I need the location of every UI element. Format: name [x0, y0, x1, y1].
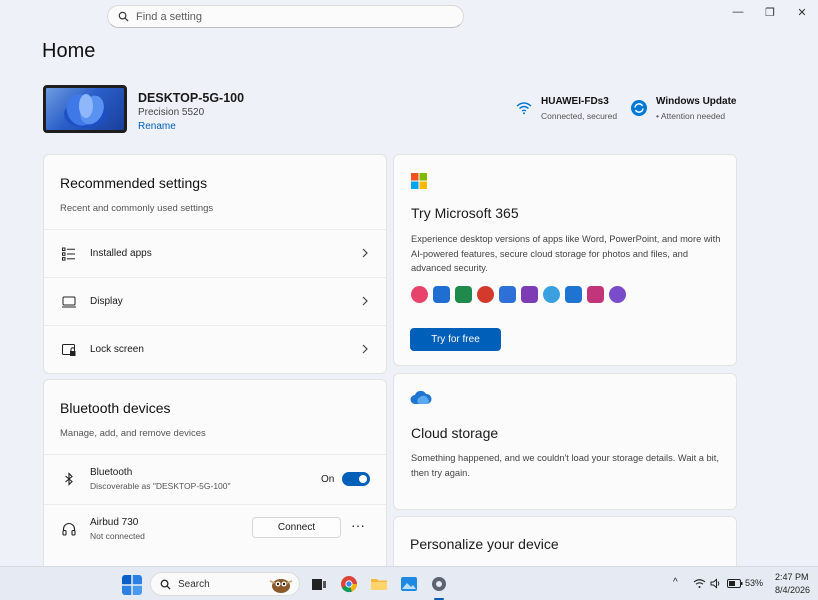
m365-app-icon: [433, 286, 450, 303]
maximize-icon: ❐: [765, 6, 775, 19]
close-button[interactable]: ✕: [788, 4, 816, 20]
chrome-icon[interactable]: [339, 574, 359, 594]
wifi-status[interactable]: HUAWEI-FDs3 Connected, secured: [515, 96, 617, 121]
search-icon: [160, 579, 171, 590]
bluetooth-title: Bluetooth devices: [60, 400, 171, 416]
m365-app-icon: [411, 286, 428, 303]
clock-time[interactable]: 2:47 PM: [775, 572, 809, 582]
m365-app-icon: [455, 286, 472, 303]
bluetooth-discoverable-text: Discoverable as "DESKTOP-5G-100": [90, 480, 231, 491]
m365-app-icon: [499, 286, 516, 303]
display-item[interactable]: Display: [44, 277, 386, 325]
taskbar-search-label: Search: [178, 578, 210, 590]
cloud-storage-card: Cloud storage Something happened, and we…: [393, 373, 737, 510]
microsoft-365-card: Try Microsoft 365 Experience desktop ver…: [393, 154, 737, 366]
volume-icon[interactable]: [710, 578, 722, 589]
m365-app-icons: [411, 286, 626, 303]
minimize-button[interactable]: —: [724, 4, 752, 20]
chevron-right-icon: [362, 296, 368, 306]
battery-percent: 53%: [745, 578, 764, 588]
search-input[interactable]: Find a setting: [107, 5, 464, 28]
m365-app-icon: [543, 286, 560, 303]
start-button[interactable]: [122, 575, 142, 595]
m365-description: Experience desktop versions of apps like…: [411, 234, 721, 273]
display-label: Display: [90, 296, 123, 307]
recommended-settings-card: Recommended settings Recent and commonly…: [43, 154, 387, 374]
recommended-subtitle: Recent and commonly used settings: [60, 203, 214, 214]
connect-button[interactable]: Connect: [252, 517, 341, 538]
tray-wifi-icon[interactable]: [693, 578, 706, 589]
device-model: Precision 5520: [138, 107, 205, 118]
windows-update-icon: [631, 100, 647, 116]
bluetooth-toggle-row[interactable]: Bluetooth Discoverable as "DESKTOP-5G-10…: [44, 454, 386, 502]
taskbar-search[interactable]: Search: [150, 572, 300, 596]
m365-app-icon: [477, 286, 494, 303]
personalize-card: Personalize your device: [393, 516, 737, 566]
airbud-status: Not connected: [90, 530, 145, 541]
chevron-right-icon: [362, 344, 368, 354]
cloud-storage-title: Cloud storage: [411, 425, 499, 441]
m365-app-icon: [521, 286, 538, 303]
bluetooth-icon: [65, 471, 73, 486]
windows-update-subtitle: • Attention needed: [656, 111, 726, 121]
display-icon: [62, 296, 76, 307]
personalize-title: Personalize your device: [410, 536, 559, 552]
m365-title: Try Microsoft 365: [411, 205, 519, 221]
title-bar: Find a setting — ❐ ✕: [0, 0, 818, 30]
bluetooth-state: On: [321, 474, 335, 485]
lock-screen-item[interactable]: Lock screen: [44, 325, 386, 373]
m365-app-icon: [565, 286, 582, 303]
headphones-icon: [62, 522, 76, 536]
cloud-storage-description: Something happened, and we couldn't load…: [411, 453, 719, 478]
microsoft-logo-icon: [411, 173, 427, 189]
maximize-button[interactable]: ❐: [756, 4, 784, 20]
airbud-device-row[interactable]: Airbud 730 Not connected Connect ···: [44, 504, 386, 552]
file-explorer-icon[interactable]: [369, 574, 389, 594]
minimize-icon: —: [732, 6, 744, 18]
airbud-label: Airbud 730: [90, 516, 139, 528]
search-icon: [118, 11, 129, 22]
search-highlight-icon: [269, 579, 293, 593]
installed-apps-label: Installed apps: [90, 248, 152, 259]
wifi-network-name: HUAWEI-FDs3: [541, 96, 609, 107]
try-for-free-button[interactable]: Try for free: [410, 328, 501, 351]
rename-link[interactable]: Rename: [138, 121, 176, 132]
device-name: DESKTOP-5G-100: [138, 91, 245, 105]
clock-date[interactable]: 8/4/2026: [775, 585, 810, 595]
installed-apps-item[interactable]: Installed apps: [44, 229, 386, 277]
bluetooth-devices-card: Bluetooth devices Manage, add, and remov…: [43, 379, 387, 566]
lock-screen-label: Lock screen: [90, 344, 144, 355]
photos-icon[interactable]: [399, 574, 419, 594]
battery-icon[interactable]: [727, 579, 743, 588]
more-options-icon[interactable]: ···: [351, 517, 365, 533]
lock-screen-icon: [62, 343, 76, 356]
device-thumbnail: [43, 85, 127, 133]
close-icon: ✕: [797, 6, 807, 19]
chevron-right-icon: [362, 248, 368, 258]
bluetooth-subtitle: Manage, add, and remove devices: [60, 428, 206, 439]
task-view-icon[interactable]: [309, 574, 329, 594]
wallpaper-bloom-icon: [64, 94, 108, 128]
search-placeholder: Find a setting: [136, 10, 203, 23]
installed-apps-icon: [62, 247, 75, 261]
page-title: Home: [42, 40, 96, 62]
settings-window: Find a setting — ❐ ✕ Home DESKTOP-5G-100…: [0, 0, 818, 566]
wifi-status-text: Connected, secured: [541, 111, 618, 121]
windows-update-status[interactable]: Windows Update • Attention needed: [630, 96, 736, 121]
recommended-title: Recommended settings: [60, 175, 208, 191]
bluetooth-label: Bluetooth: [90, 466, 133, 478]
m365-app-icon: [609, 286, 626, 303]
windows-update-title: Windows Update: [656, 96, 737, 107]
cloud-icon: [410, 390, 432, 404]
taskbar: Search ^ 53% 2:47 PM 8/4/2026: [0, 566, 818, 600]
m365-app-icon: [587, 286, 604, 303]
show-hidden-icons-chevron[interactable]: ^: [673, 577, 678, 588]
wifi-icon: [516, 102, 532, 115]
bluetooth-toggle[interactable]: [342, 472, 370, 486]
settings-app-icon[interactable]: [429, 574, 449, 594]
